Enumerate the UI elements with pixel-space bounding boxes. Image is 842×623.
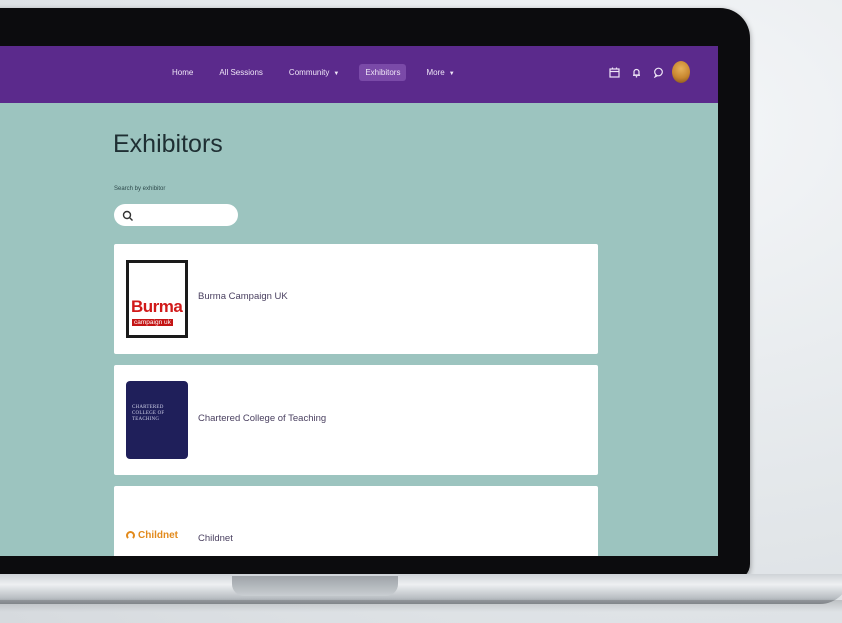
nav-home[interactable]: Home: [166, 64, 199, 81]
search-input[interactable]: [138, 205, 238, 225]
chevron-down-icon: ▼: [333, 71, 340, 77]
exhibitor-logo: Childnet: [126, 530, 178, 541]
user-avatar[interactable]: [670, 61, 690, 83]
chat-icon[interactable]: [648, 62, 668, 82]
nav-community[interactable]: Community ▼: [283, 64, 345, 81]
bell-icon[interactable]: [626, 62, 646, 82]
exhibitor-name[interactable]: Chartered College of Teaching: [198, 413, 326, 424]
childnet-logo-icon: [126, 531, 135, 540]
exhibitor-logo: Burma campaign uk: [126, 260, 188, 338]
search-label: Search by exhibitor: [114, 186, 166, 192]
exhibitor-card[interactable]: CHARTERED COLLEGE OF TEACHING Chartered …: [114, 365, 598, 475]
nav-exhibitors[interactable]: Exhibitors: [359, 64, 407, 81]
search-box[interactable]: [114, 204, 238, 226]
laptop-shadow: [0, 600, 842, 612]
exhibitor-logo: CHARTERED COLLEGE OF TEACHING: [126, 381, 188, 459]
nav-more[interactable]: More ▼: [420, 64, 460, 81]
nav-all-sessions[interactable]: All Sessions: [213, 64, 269, 81]
exhibitor-card[interactable]: Burma campaign uk Burma Campaign UK: [114, 244, 598, 354]
laptop-bezel: Home All Sessions Community ▼ Exhibitors …: [0, 8, 750, 580]
chevron-down-icon: ▼: [448, 71, 455, 77]
calendar-icon[interactable]: [604, 62, 624, 82]
exhibitor-name[interactable]: Burma Campaign UK: [198, 291, 288, 302]
exhibitor-card[interactable]: Childnet Childnet: [114, 486, 598, 556]
page-title: Exhibitors: [113, 130, 223, 158]
top-navbar: Home All Sessions Community ▼ Exhibitors …: [0, 46, 718, 103]
nav-icons: [604, 61, 692, 83]
search-icon: [122, 209, 134, 221]
nav-links: Home All Sessions Community ▼ Exhibitors …: [166, 64, 475, 81]
exhibitor-name[interactable]: Childnet: [198, 533, 233, 544]
laptop-screen: Home All Sessions Community ▼ Exhibitors …: [0, 46, 718, 556]
avatar: [672, 61, 690, 83]
laptop-notch: [232, 576, 398, 596]
